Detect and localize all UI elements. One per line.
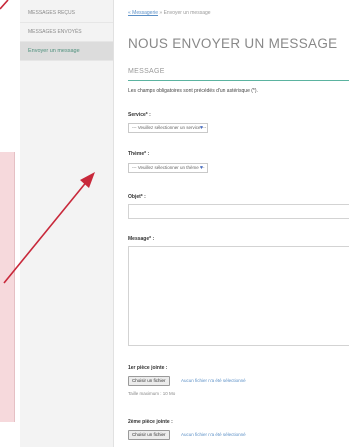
sidebar-item-messages-envoyes[interactable]: Messages envoyés bbox=[20, 23, 113, 42]
breadcrumb: « Messagerie » Envoyer un message bbox=[128, 10, 211, 16]
subject-input[interactable] bbox=[128, 204, 349, 219]
sidebar-item-envoyer-message[interactable]: Envoyer un message bbox=[20, 42, 113, 61]
section-title: MESSAGE bbox=[128, 68, 165, 75]
theme-label: Thème* : bbox=[128, 151, 150, 157]
subject-label: Objet* : bbox=[128, 194, 146, 200]
attachment1-max-size: Taille maximum : 10 Mo bbox=[128, 391, 176, 396]
attachment2-status: Aucun fichier n'a été sélectionné bbox=[181, 432, 246, 437]
attachment1-status: Aucun fichier n'a été sélectionné bbox=[181, 378, 246, 383]
theme-select-value: --- Veuillez sélectionner un thème --- bbox=[132, 165, 205, 170]
page-title: NOUS ENVOYER UN MESSAGE bbox=[128, 36, 338, 51]
attachment2-choose-button[interactable]: Choisir un fichier bbox=[128, 430, 170, 440]
sidebar: Messages reçus Messages envoyés Envoyer … bbox=[20, 0, 114, 447]
section-divider bbox=[128, 80, 349, 81]
arrow-line-upper bbox=[0, 0, 9, 10]
sidebar-item-messages-recus[interactable]: Messages reçus bbox=[20, 4, 113, 23]
attachment1-label: 1er pièce jointe : bbox=[128, 365, 168, 371]
message-textarea[interactable] bbox=[128, 246, 349, 346]
required-fields-note: Les champs obligatoires sont précédés d'… bbox=[128, 88, 258, 94]
service-select[interactable]: --- Veuillez sélectionner un service ---… bbox=[128, 123, 208, 133]
theme-select[interactable]: --- Veuillez sélectionner un thème --- ▼ bbox=[128, 163, 208, 173]
left-annotation-panel bbox=[0, 152, 15, 422]
breadcrumb-current: » Envoyer un message bbox=[159, 10, 211, 16]
main-content: « Messagerie » Envoyer un message NOUS E… bbox=[113, 0, 349, 447]
message-label: Message* : bbox=[128, 236, 155, 242]
chevron-down-icon: ▼ bbox=[199, 125, 204, 131]
breadcrumb-messagerie-link[interactable]: « Messagerie bbox=[128, 10, 158, 16]
service-select-value: --- Veuillez sélectionner un service --- bbox=[132, 125, 207, 130]
chevron-down-icon: ▼ bbox=[199, 165, 204, 171]
service-label: Service* : bbox=[128, 112, 151, 118]
attachment2-label: 2ème pièce jointe : bbox=[128, 419, 173, 425]
attachment1-choose-button[interactable]: Choisir un fichier bbox=[128, 376, 170, 386]
